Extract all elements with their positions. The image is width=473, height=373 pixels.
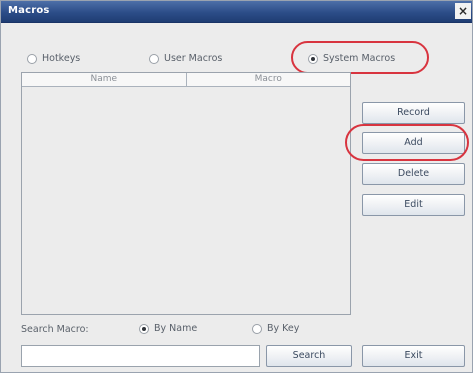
- annotation-circle: [345, 124, 469, 161]
- radio-circle-icon: [27, 53, 37, 64]
- close-icon[interactable]: ×: [455, 3, 471, 19]
- exit-button[interactable]: Exit: [362, 345, 465, 367]
- radio-selected-icon: [139, 323, 149, 334]
- search-macro-label: Search Macro:: [21, 324, 89, 335]
- column-header-macro[interactable]: Macro: [185, 73, 351, 86]
- radio-hotkeys-label: Hotkeys: [42, 53, 81, 64]
- column-header-name[interactable]: Name: [22, 73, 186, 86]
- window-title: Macros: [8, 5, 50, 16]
- radio-user-macros[interactable]: User Macros: [149, 53, 222, 64]
- table-header: Name Macro: [22, 73, 350, 87]
- radio-by-key[interactable]: By Key: [252, 323, 299, 334]
- macros-dialog: Macros × Hotkeys User Macros System Macr…: [0, 0, 473, 373]
- radio-by-name[interactable]: By Name: [139, 323, 197, 334]
- radio-user-macros-label: User Macros: [164, 53, 223, 64]
- title-bar[interactable]: Macros ×: [1, 1, 472, 23]
- delete-button[interactable]: Delete: [362, 163, 465, 185]
- search-input[interactable]: [21, 345, 260, 367]
- annotation-circle: [291, 41, 429, 74]
- edit-button[interactable]: Edit: [362, 194, 465, 216]
- radio-circle-icon: [149, 53, 159, 64]
- radio-circle-icon: [252, 323, 262, 334]
- search-button[interactable]: Search: [266, 345, 352, 367]
- record-button[interactable]: Record: [362, 102, 465, 124]
- radio-by-name-label: By Name: [154, 323, 198, 334]
- macro-table[interactable]: Name Macro: [21, 72, 351, 315]
- radio-hotkeys[interactable]: Hotkeys: [27, 53, 80, 64]
- radio-by-key-label: By Key: [267, 323, 300, 334]
